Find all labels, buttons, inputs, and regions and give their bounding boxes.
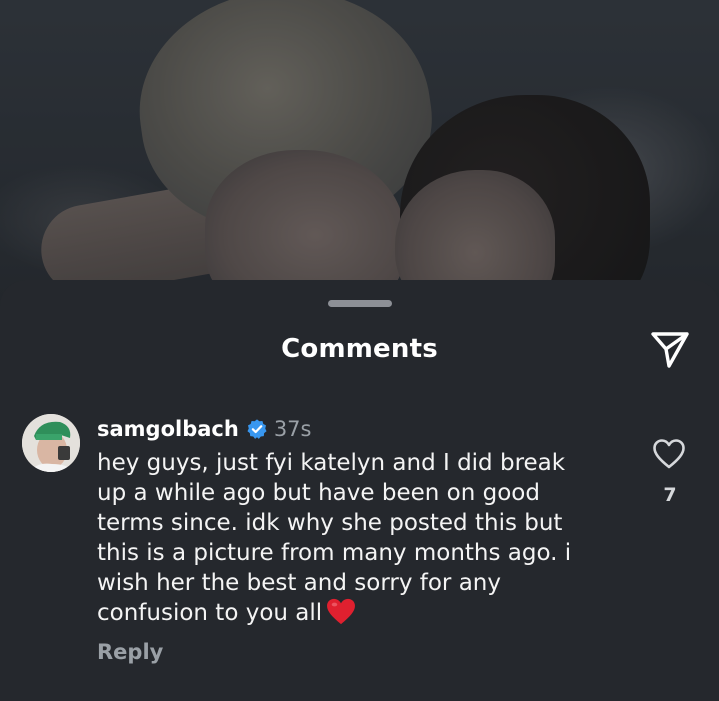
heart-outline-icon[interactable] — [652, 438, 686, 470]
comment-timestamp: 37s — [273, 417, 312, 441]
comment-body: hey guys, just fyi katelyn and I did bre… — [97, 448, 617, 628]
avatar[interactable] — [22, 414, 80, 472]
comment-header: samgolbach 37s — [97, 412, 617, 446]
reply-button[interactable]: Reply — [97, 640, 163, 664]
comments-sheet: Comments samgolbach 37s hey guys, just f… — [0, 280, 719, 701]
red-heart-emoji — [327, 598, 356, 625]
send-icon[interactable] — [648, 328, 692, 372]
comment: samgolbach 37s hey guys, just fyi kately… — [97, 412, 617, 628]
like-count: 7 — [663, 484, 677, 506]
sheet-title: Comments — [281, 334, 438, 364]
verified-badge-icon — [247, 419, 267, 439]
post-photo-background — [0, 0, 719, 300]
sheet-drag-handle[interactable] — [328, 300, 392, 307]
comment-username[interactable]: samgolbach — [97, 417, 239, 441]
photo-dim-overlay — [0, 0, 719, 300]
avatar-image — [22, 414, 80, 472]
